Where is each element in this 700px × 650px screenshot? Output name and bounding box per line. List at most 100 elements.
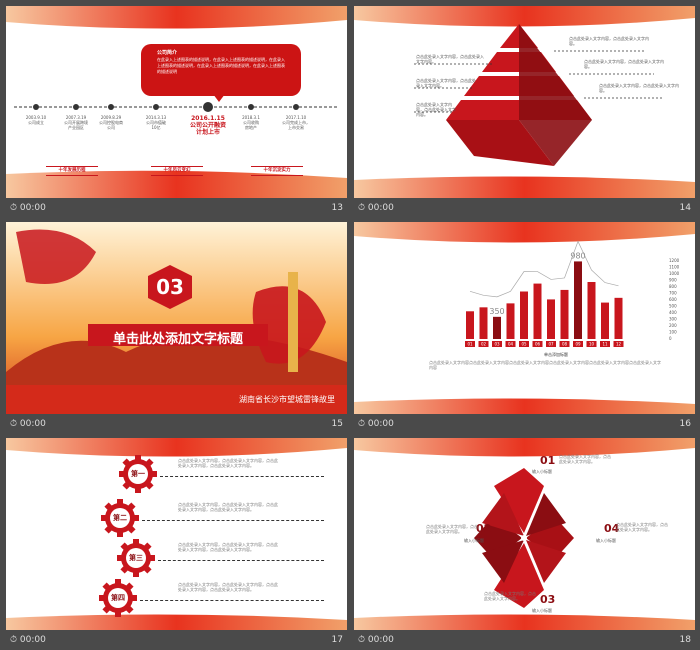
milestone-label: 2003.9.10 公司成立 xyxy=(25,115,47,125)
left-text-1: 点击此处录入文字内容，点击此处录入文字内容。 xyxy=(416,54,484,64)
slide-17-background xyxy=(6,438,347,630)
tick-label: 06 xyxy=(535,342,541,347)
slide-14-canvas: 点击此处录入文字内容，点击此处录入文字内容。 点击此处录入文字内容，点击此处录入… xyxy=(354,6,695,198)
data-label: 350 xyxy=(489,307,504,316)
bar-06 xyxy=(533,283,542,339)
y-tick-label: 200 xyxy=(669,323,677,328)
slide-thumb-17[interactable]: 第一点击此处录入文字内容，点击此处录入文字内容，点击此处录入文字内容，点击此处录… xyxy=(6,438,347,650)
slide-number: 17 xyxy=(331,635,343,645)
chart-description: 点击此处录入文字内容点击此处录入文字内容点击此处录入文字内容点击此处录入文字内容… xyxy=(429,360,661,370)
timing-label: ⏱ 00:00 xyxy=(10,203,46,213)
quadrant-subtitle: 输入小标题 xyxy=(596,538,616,543)
slide-thumb-18[interactable]: 01 输入小标题 点击此处录入文字内容，点击此处录入文字内容。 02 输入小标题 点击此处… xyxy=(354,438,695,650)
milestone-dot xyxy=(73,104,79,110)
milestone-dot xyxy=(153,104,159,110)
slide-number: 14 xyxy=(679,203,691,213)
quadrant-star-graphic xyxy=(474,468,574,608)
slide-thumb-13[interactable]: 公司简介 在此录入上述图表的描述说明，在此录入上述图表的描述说明，在此录入上述图… xyxy=(6,6,347,218)
bubble-title: 公司简介 xyxy=(157,50,178,56)
tick-label: 07 xyxy=(548,342,554,347)
slide-18-footer: ⏱ 00:00 18 xyxy=(354,630,695,650)
quadrant-text: 点击此处录入文字内容，点击此处录入文字内容。 xyxy=(559,454,611,464)
timing-label: ⏱ 00:00 xyxy=(358,635,394,645)
milestone-dot xyxy=(33,104,39,110)
bar-10 xyxy=(587,282,596,339)
quadrant-text: 点击此处录入文字内容，点击此处录入文字内容。 xyxy=(616,522,668,532)
y-tick-label: 700 xyxy=(669,291,677,296)
bar-11 xyxy=(601,302,609,339)
milestone-label: 2018.3.1 公司收购 房地产 xyxy=(242,115,260,130)
slide-number: 15 xyxy=(331,419,343,429)
slide-thumb-16[interactable]: 01 02 03 04 05 06 07 08 09 10 11 12 350 980 1200 1100 10… xyxy=(354,222,695,434)
gear-connector xyxy=(160,476,324,477)
milestone-dot xyxy=(108,104,114,110)
quadrant-text: 点击此处录入文字内容，点击此处录入文字内容。 xyxy=(484,591,536,601)
slide-17-canvas: 第一点击此处录入文字内容，点击此处录入文字内容，点击此处录入文字内容，点击此处录… xyxy=(6,438,347,630)
slide-title: 单击此处添加文字标题 xyxy=(112,332,243,347)
tick-label: 01 xyxy=(467,342,473,347)
left-text-3: 点击此处录入文字内容，点击此处录入文字内容。 xyxy=(416,102,456,117)
timing-value: 00:00 xyxy=(367,419,394,429)
company-intro-bubble: 公司简介 在此录入上述图表的描述说明，在此录入上述图表的描述说明，在此录入上述图… xyxy=(141,44,301,102)
tick-label: 12 xyxy=(616,342,622,347)
slide-14-footer: ⏱ 00:00 14 xyxy=(354,198,695,218)
timing-value: 00:00 xyxy=(19,635,46,645)
bubble-pointer xyxy=(213,94,225,102)
gear-connector xyxy=(158,560,324,561)
milestone-label: 2017.1.10 公司完成上市， 上市交易 xyxy=(282,115,310,130)
milestone-dot xyxy=(293,104,299,110)
gear-label: 第二 xyxy=(113,514,127,522)
tick-label: 10 xyxy=(589,342,595,347)
y-tick-label: 900 xyxy=(669,278,677,283)
gear-text: 点击此处录入文字内容，点击此处录入文字内容，点击此处录入文字内容，点击此处录入文… xyxy=(178,582,278,592)
left-text-2: 点击此处录入文字内容，点击此处录入文字内容。 xyxy=(416,78,476,88)
slide-15-footer: ⏱ 00:00 15 xyxy=(6,414,347,434)
slide-thumb-15[interactable]: 03 单击此处添加文字标题 湖南省长沙市望城雷锋故里 ⏱ 00:00 15 xyxy=(6,222,347,434)
quadrant-subtitle: 输入小标题 xyxy=(464,538,484,543)
title-banner[interactable]: 单击此处添加文字标题 xyxy=(88,324,268,347)
slide-15-background xyxy=(6,222,347,414)
tick-label: 08 xyxy=(562,342,568,347)
location-caption: 湖南省长沙市望城雷锋故里 xyxy=(239,395,335,404)
timing-label: ⏱ 00:00 xyxy=(10,635,46,645)
gear-connector xyxy=(140,600,324,601)
milestone-label: 2016.1.15 公司公开融资 计划上市 xyxy=(189,115,226,136)
gear-label: 第三 xyxy=(129,554,143,562)
chart-subtitle: 单击添加标题 xyxy=(544,352,568,357)
bar-03 xyxy=(493,316,501,339)
y-tick-label: 0 xyxy=(669,336,672,341)
slide-number: 18 xyxy=(679,635,691,645)
timing-label: ⏱ 00:00 xyxy=(358,203,394,213)
bar-02 xyxy=(479,307,488,339)
tick-label: 04 xyxy=(508,342,514,347)
timing-value: 00:00 xyxy=(19,419,46,429)
slide-thumb-14[interactable]: 点击此处录入文字内容，点击此处录入文字内容。 点击此处录入文字内容，点击此处录入… xyxy=(354,6,695,218)
y-tick-label: 600 xyxy=(669,297,677,302)
gear-connector xyxy=(142,520,324,521)
slide-16-canvas: 01 02 03 04 05 06 07 08 09 10 11 12 350 980 1200 1100 10… xyxy=(354,222,695,414)
timing-label: ⏱ 00:00 xyxy=(10,419,46,429)
slide-14-background xyxy=(354,6,695,198)
slide-17-footer: ⏱ 00:00 17 xyxy=(6,630,347,650)
slide-18-background xyxy=(354,438,695,630)
quadrant-number: 01 xyxy=(540,454,556,467)
trend-line xyxy=(469,240,619,298)
slide-number: 13 xyxy=(331,203,343,213)
slide-16-footer: ⏱ 00:00 16 xyxy=(354,414,695,434)
tick-label: 11 xyxy=(602,342,608,347)
timing-label: ⏱ 00:00 xyxy=(358,419,394,429)
y-tick-label: 100 xyxy=(669,330,677,335)
milestone-dot xyxy=(203,102,213,112)
timing-value: 00:00 xyxy=(367,203,394,213)
timing-value: 00:00 xyxy=(367,635,394,645)
gear-label: 第一 xyxy=(131,470,145,478)
tick-label: 02 xyxy=(481,342,487,347)
bar-chart: 01 02 03 04 05 06 07 08 09 10 11 123509801200110010… xyxy=(465,240,680,347)
gear-text: 点击此处录入文字内容，点击此处录入文字内容，点击此处录入文字内容，点击此处录入文… xyxy=(178,542,278,552)
tag-label: 十年发展历程 xyxy=(46,166,98,176)
milestone-label: 2009.8.29 公司控股电商 公司 xyxy=(99,115,123,130)
y-tick-label: 1200 xyxy=(669,258,680,263)
quadrant-subtitle: 输入小标题 xyxy=(532,469,552,474)
slide-number: 16 xyxy=(679,419,691,429)
tick-label: 03 xyxy=(494,342,500,347)
